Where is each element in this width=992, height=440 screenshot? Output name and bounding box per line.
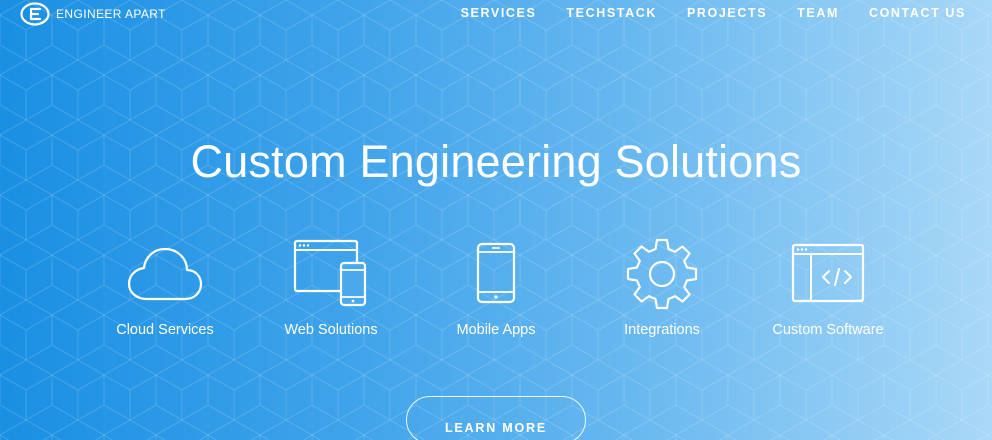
page-title: Custom Engineering Solutions — [190, 136, 802, 187]
nav-item-team[interactable]: TEAM — [797, 6, 839, 20]
service-label: Cloud Services — [116, 322, 214, 338]
hero-section: ENGINEER APART SERVICES TECHSTACK PROJEC… — [0, 0, 992, 440]
brand-logo[interactable]: ENGINEER APART — [20, 2, 166, 26]
brand-name: ENGINEER APART — [56, 7, 166, 21]
nav-item-techstack[interactable]: TECHSTACK — [566, 6, 657, 20]
nav-item-projects[interactable]: PROJECTS — [687, 6, 767, 20]
smartphone-icon — [476, 242, 516, 304]
service-integrations[interactable]: Integrations — [577, 236, 747, 338]
code-window-icon — [791, 243, 865, 303]
service-label: Custom Software — [772, 322, 884, 338]
service-mobile[interactable]: Mobile Apps — [411, 236, 581, 338]
nav-item-services[interactable]: SERVICES — [461, 6, 537, 20]
browser-and-phone-icon — [293, 239, 367, 307]
cloud-icon — [127, 247, 203, 301]
service-custom-software[interactable]: Custom Software — [743, 236, 913, 338]
e-circle-logo-icon — [20, 2, 50, 26]
gear-icon — [626, 238, 698, 310]
service-label: Integrations — [624, 322, 700, 338]
main-nav: SERVICES TECHSTACK PROJECTS TEAM CONTACT… — [461, 6, 966, 20]
service-cloud[interactable]: Cloud Services — [80, 236, 250, 338]
service-label: Mobile Apps — [456, 322, 536, 338]
background-cube-pattern — [0, 0, 992, 440]
services-row: Cloud Services Web Solutions Mobile Apps… — [0, 236, 992, 346]
service-label: Web Solutions — [284, 322, 378, 338]
service-web[interactable]: Web Solutions — [246, 236, 416, 338]
learn-more-button[interactable]: LEARN MORE — [406, 396, 586, 440]
nav-item-contact-us[interactable]: CONTACT US — [869, 6, 966, 20]
